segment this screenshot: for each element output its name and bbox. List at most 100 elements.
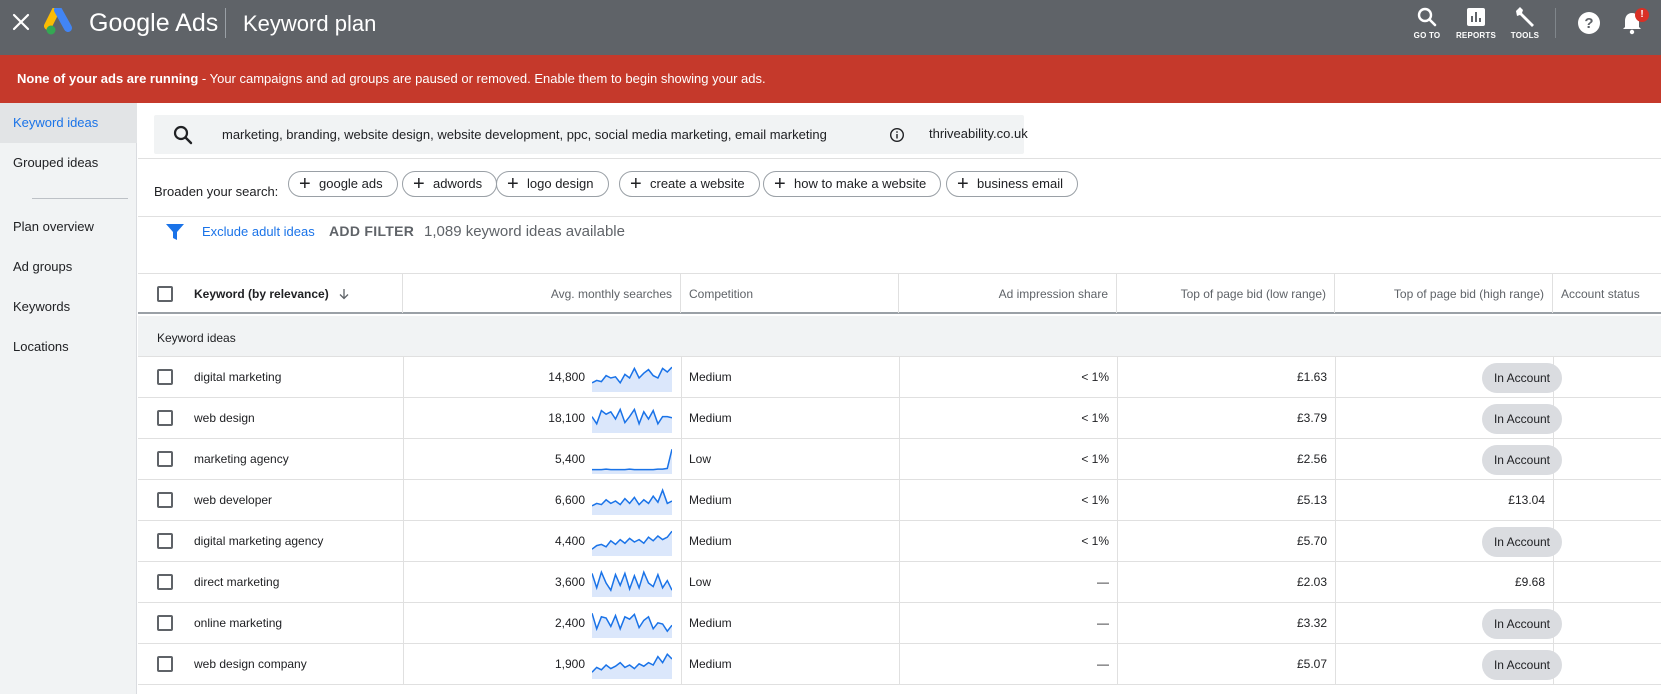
trend-area xyxy=(592,367,672,392)
keyword-cell: web design company xyxy=(194,657,307,671)
plus-icon: + xyxy=(299,173,311,195)
plus-icon: + xyxy=(774,173,786,195)
help-icon[interactable]: ? xyxy=(1576,10,1602,36)
keyword-search-box[interactable]: marketing, branding, website design, web… xyxy=(154,115,1028,154)
sidebar-item-grouped-ideas[interactable]: Grouped ideas xyxy=(0,143,137,183)
reports-icon xyxy=(1467,8,1485,26)
table-row[interactable]: web design18,100Medium< 1%£3.79£8.96In A… xyxy=(138,398,1661,439)
column-divider xyxy=(681,521,682,562)
broaden-chip[interactable]: + google ads xyxy=(288,171,398,197)
sidebar-item-locations[interactable]: Locations xyxy=(0,327,137,367)
row-checkbox[interactable] xyxy=(157,656,173,672)
banner-text: - Your campaigns and ad groups are pause… xyxy=(198,71,766,86)
table-row[interactable]: digital marketing agency 4,400 Medium < 1% £… xyxy=(138,521,1661,562)
plus-icon: + xyxy=(630,173,642,195)
column-header-low-bid[interactable]: Top of page bid (low range) xyxy=(1117,274,1335,313)
filter-icon[interactable] xyxy=(165,222,185,242)
searches-cell: 18,100 xyxy=(548,411,585,425)
column-header-status[interactable]: Account status xyxy=(1553,274,1661,313)
sidebar-item-keyword-ideas[interactable]: Keyword ideas xyxy=(0,103,137,143)
broaden-chip[interactable]: + how to make a website xyxy=(763,171,942,197)
keyword-cell: direct marketing xyxy=(194,575,280,589)
row-checkbox[interactable] xyxy=(157,615,173,631)
row-checkbox[interactable] xyxy=(157,574,173,590)
plus-icon: + xyxy=(957,173,969,195)
info-icon[interactable] xyxy=(889,127,905,143)
column-header-competition[interactable]: Competition xyxy=(681,274,899,313)
table-header: Keyword (by relevance) Avg. monthly sear… xyxy=(138,273,1661,314)
trend-sparkline xyxy=(592,530,672,556)
column-divider xyxy=(681,480,682,521)
sidebar-item-ad-groups[interactable]: Ad groups xyxy=(0,247,137,287)
impression-cell: — xyxy=(1097,575,1109,589)
search-icon xyxy=(1417,7,1437,27)
search-query[interactable]: marketing, branding, website design, web… xyxy=(222,127,827,142)
searches-cell: 5,400 xyxy=(554,452,585,466)
account-status-badge[interactable]: In Account xyxy=(1482,609,1562,639)
site-url[interactable]: thriveability.co.uk xyxy=(929,126,1028,141)
low-bid-cell: £3.32 xyxy=(1296,616,1327,630)
trend-line xyxy=(592,449,672,471)
competition-cell: Medium xyxy=(689,616,732,630)
trend-area xyxy=(592,449,672,474)
reports-button[interactable]: REPORTS xyxy=(1452,6,1500,46)
column-header-searches[interactable]: Avg. monthly searches xyxy=(403,274,681,313)
sidebar-item-plan-overview[interactable]: Plan overview xyxy=(0,207,137,247)
account-status-badge[interactable]: In Account xyxy=(1482,404,1562,434)
column-header-high-bid[interactable]: Top of page bid (high range) xyxy=(1335,274,1553,313)
account-status-badge[interactable]: In Account xyxy=(1482,650,1562,680)
account-status-badge[interactable]: In Account xyxy=(1482,527,1562,557)
keyword-cell: web developer xyxy=(194,493,273,507)
broaden-chip[interactable]: + create a website xyxy=(619,171,760,197)
table-row[interactable]: web developer 6,600 Medium < 1% £5.13 £13.04 xyxy=(138,480,1661,521)
column-header-impression[interactable]: Ad impression share xyxy=(899,274,1117,313)
trend-sparkline xyxy=(592,488,672,515)
add-filter-button[interactable]: ADD FILTER xyxy=(329,223,414,239)
exclude-adult-filter[interactable]: Exclude adult ideas xyxy=(202,224,315,239)
section-divider xyxy=(138,216,1661,217)
keyword-cell: web design xyxy=(194,411,255,425)
row-checkbox[interactable] xyxy=(157,451,173,467)
table-row[interactable]: marketing agency5,400Low< 1%£2.56£5.80In… xyxy=(138,439,1661,480)
row-checkbox[interactable] xyxy=(157,533,173,549)
table-row[interactable]: digital marketing14,800Medium< 1%£1.63£7… xyxy=(138,357,1661,398)
group-row: Keyword ideas xyxy=(138,316,1661,357)
table-row[interactable]: web design company1,900Medium—£5.07£10.3… xyxy=(138,644,1661,685)
keyword-cell: marketing agency xyxy=(194,452,289,466)
main-content: marketing, branding, website design, web… xyxy=(138,103,1661,694)
keyword-cell: digital marketing agency xyxy=(194,534,324,548)
goto-button[interactable]: GO TO xyxy=(1403,6,1451,46)
sidebar: Keyword ideas Grouped ideas Plan overvie… xyxy=(0,103,137,694)
notifications-button[interactable]: ! xyxy=(1620,8,1649,36)
broaden-chip[interactable]: + adwords xyxy=(402,171,498,197)
tools-button[interactable]: TOOLS xyxy=(1501,6,1549,46)
column-divider xyxy=(681,644,682,685)
close-icon[interactable] xyxy=(9,10,33,34)
sidebar-item-keywords[interactable]: Keywords xyxy=(0,287,137,327)
column-divider xyxy=(681,603,682,644)
broaden-chip[interactable]: + business email xyxy=(946,171,1078,197)
trend-sparkline xyxy=(592,612,672,638)
section-divider xyxy=(138,158,1661,159)
low-bid-cell: £2.03 xyxy=(1296,575,1327,589)
column-divider xyxy=(681,439,682,480)
broaden-chip[interactable]: + logo design xyxy=(496,171,609,197)
header-separator xyxy=(1555,8,1556,38)
row-checkbox[interactable] xyxy=(157,369,173,385)
row-checkbox[interactable] xyxy=(157,410,173,426)
column-divider xyxy=(681,357,682,398)
table-row[interactable]: direct marketing 3,600 Low — £2.03 £9.68 xyxy=(138,562,1661,603)
account-status-badge[interactable]: In Account xyxy=(1482,363,1562,393)
column-header-keyword[interactable]: Keyword (by relevance) xyxy=(138,274,403,313)
account-status-badge[interactable]: In Account xyxy=(1482,445,1562,475)
low-bid-cell: £5.13 xyxy=(1296,493,1327,507)
wrench-icon xyxy=(1516,7,1534,27)
tools-label: TOOLS xyxy=(1510,31,1540,40)
row-checkbox[interactable] xyxy=(157,492,173,508)
low-bid-cell: £2.56 xyxy=(1296,452,1327,466)
table-row[interactable]: online marketing2,400Medium—£3.32£15.95I… xyxy=(138,603,1661,644)
column-divider xyxy=(1553,480,1554,521)
impression-cell: — xyxy=(1097,657,1109,671)
trend-sparkline xyxy=(592,366,672,392)
column-divider xyxy=(1553,562,1554,603)
